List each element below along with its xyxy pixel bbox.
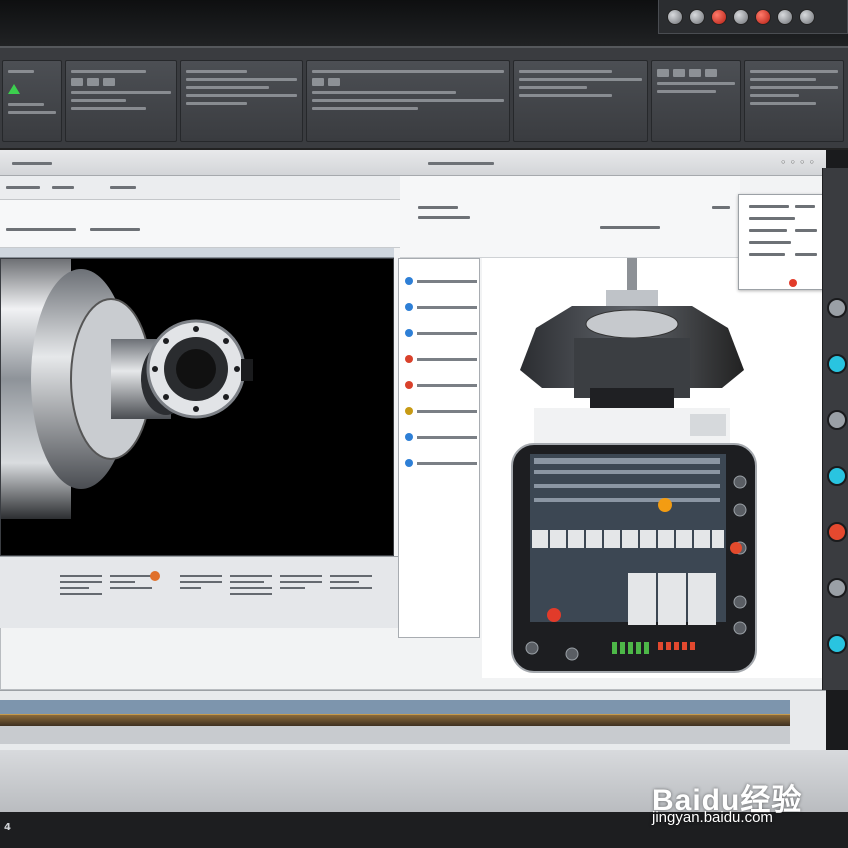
ribbon-group-simulation (512, 60, 649, 142)
ribbon-group-output (651, 60, 742, 142)
feature-tree-item[interactable] (405, 407, 477, 415)
feature-tree-label (417, 305, 477, 309)
warning-icon (150, 571, 160, 581)
feature-tree-label (417, 357, 477, 361)
record-button[interactable] (755, 8, 771, 25)
operation-list[interactable] (0, 556, 398, 628)
dial-icon[interactable] (667, 8, 683, 25)
dial-icon[interactable] (799, 8, 815, 25)
status-dot-icon (405, 303, 413, 311)
ribbon-toolbar (0, 46, 848, 150)
ribbon-group-tools (64, 60, 177, 142)
ribbon-group-program (306, 60, 510, 142)
control-knob-button[interactable] (827, 298, 847, 318)
feature-tree-panel[interactable] (398, 258, 480, 638)
control-knob-button[interactable] (827, 578, 847, 598)
feature-tree-label (417, 279, 477, 283)
close-icon[interactable] (789, 279, 797, 287)
feature-tree-item[interactable] (405, 381, 477, 389)
dial-icon[interactable] (733, 8, 749, 25)
toolbar-strip (0, 200, 400, 248)
feature-tree-item[interactable] (405, 303, 477, 311)
status-dot-icon (405, 407, 413, 415)
play-icon[interactable] (8, 84, 20, 94)
timeline-progress[interactable] (0, 714, 790, 726)
watermark-url: jingyan.baidu.com (652, 809, 773, 826)
feature-tree-label (417, 383, 477, 387)
feature-tree-label (417, 331, 477, 335)
right-control-strip (822, 168, 848, 690)
control-knob-button[interactable] (827, 354, 847, 374)
dial-icon[interactable] (689, 8, 705, 25)
stop-button[interactable] (711, 8, 727, 25)
feature-tree-item[interactable] (405, 277, 477, 285)
status-dot-icon (405, 355, 413, 363)
control-knob-button[interactable] (827, 634, 847, 654)
control-knob-button[interactable] (827, 410, 847, 430)
window-titlebar: ◦◦◦◦ (0, 150, 826, 176)
menu-bar (0, 176, 400, 200)
status-dot-icon (405, 459, 413, 467)
feature-tree-label (417, 435, 477, 439)
top-control-cluster (658, 0, 848, 34)
status-dot-icon (405, 277, 413, 285)
feature-tree-label (417, 461, 477, 465)
status-dot-icon (405, 433, 413, 441)
feature-tree-label (417, 409, 477, 413)
ribbon-group-setup (179, 60, 304, 142)
spindle-chuck-render (1, 259, 253, 519)
3d-viewport[interactable] (0, 258, 394, 556)
feature-tree-item[interactable] (405, 329, 477, 337)
ribbon-group-run (2, 60, 62, 142)
corner-label: 4 (4, 822, 11, 833)
timeline-track[interactable] (0, 700, 790, 714)
ribbon-group-view (744, 60, 845, 142)
dial-icon[interactable] (777, 8, 793, 25)
viewport-titlebar (0, 248, 394, 258)
feature-tree-item[interactable] (405, 433, 477, 441)
window-controls-icon[interactable]: ◦◦◦◦ (780, 156, 818, 169)
parameter-popup[interactable] (738, 194, 824, 290)
cnc-machine-illustration (511, 258, 757, 673)
machine-preview (482, 258, 822, 678)
timeline-ruler (0, 726, 790, 744)
status-dot-icon (405, 381, 413, 389)
status-dot-icon (405, 329, 413, 337)
control-knob-button[interactable] (827, 522, 847, 542)
properties-header (400, 176, 740, 258)
feature-tree-item[interactable] (405, 459, 477, 467)
feature-tree-item[interactable] (405, 355, 477, 363)
baidu-watermark: Baidu经验 jingyan.baidu.com (652, 775, 832, 835)
control-knob-button[interactable] (827, 466, 847, 486)
